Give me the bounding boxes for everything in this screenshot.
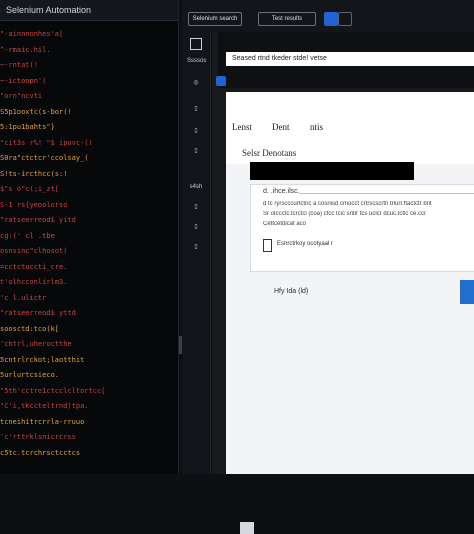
web-page: Lenst Dent ntis Selsr Denotans d. .ihce.…	[226, 92, 474, 534]
code-line[interactable]: "orn"ncvti	[0, 92, 42, 101]
code-line[interactable]: t'olhcconlirlm3.	[0, 278, 67, 287]
code-line[interactable]: "-ainnnonhes'a[	[0, 30, 63, 39]
nav-item-2[interactable]: Dent	[272, 122, 290, 132]
section-title: Selsr Denotans	[242, 148, 297, 158]
card-line-2: Sr otccctc.tcrctcl (coa) ctcc tcic sntlr…	[263, 211, 427, 217]
code-line[interactable]: 'c l.ulictr	[0, 294, 46, 303]
refresh-icon[interactable]	[216, 76, 226, 86]
code-line[interactable]: cg:(' cl .tbe	[0, 232, 55, 241]
code-line[interactable]: 5urlurtcsieco.	[0, 371, 59, 380]
code-line[interactable]: soosctd:tco(k[	[0, 325, 59, 334]
editor-title: Selenium Automation	[0, 0, 178, 21]
settings-icon[interactable]: ▯	[187, 200, 205, 214]
bell-icon[interactable]	[324, 12, 338, 26]
submit-button[interactable]	[460, 280, 474, 304]
card-line-1: d tc ryrscccurfctnc a cosriisd cmocct cr…	[263, 201, 432, 207]
code-line[interactable]: c5tc.tcrchrsctcctcs	[0, 449, 80, 458]
code-line[interactable]: osnsinc"clhosot(	[0, 247, 67, 256]
page-nav: Lenst Dent ntis Selsr Denotans	[226, 92, 474, 164]
code-line[interactable]: "ratseerreod$ yitd	[0, 216, 76, 225]
code-line[interactable]: =cctctuccti_cre.	[0, 263, 67, 272]
extensions-icon[interactable]: ▯	[187, 144, 205, 158]
horizontal-scrollbar[interactable]	[240, 522, 254, 534]
run-icon[interactable]: ▯	[187, 124, 205, 138]
code-line[interactable]: 5:1pu1bahts"}	[0, 123, 55, 132]
code-line[interactable]: "cit3s r%! "$ ipuvc-(!	[0, 139, 93, 148]
search-input[interactable]	[250, 162, 414, 180]
footer-text: Hfy Ida (ld)	[274, 288, 309, 295]
source-control-icon[interactable]: ▯	[187, 102, 205, 116]
code-line[interactable]: S5p1ooxtc(s-bor(!	[0, 108, 72, 117]
code-line[interactable]: ^-rmaic.hil.	[0, 46, 51, 55]
menu-icon[interactable]	[338, 12, 352, 26]
code-line[interactable]: tcneihitrcrrla-rruuo	[0, 418, 84, 427]
code-line[interactable]: ~-ictoopn'(	[0, 77, 46, 86]
code-line[interactable]: "ratseerreod$ yttd	[0, 309, 76, 318]
code-line[interactable]: "C'i,tkccteltrnd)tpa.	[0, 402, 89, 411]
code-line[interactable]: ~-rntat(!	[0, 61, 38, 70]
code-line[interactable]: $"s o"c(;i_zt[	[0, 185, 59, 194]
option-checkbox[interactable]	[263, 239, 272, 252]
card-divider	[299, 193, 474, 194]
code-line[interactable]: 'chtrl,uheroctthe	[0, 340, 72, 349]
search-icon[interactable]: ◎	[187, 76, 205, 90]
code-line[interactable]: S-1 rs{yeoolorso	[0, 201, 67, 210]
code-line[interactable]: "5th'cctre1ctcclcltortcc[	[0, 387, 105, 396]
code-line[interactable]: 'c'rttrklsnicrcrss	[0, 433, 76, 442]
terminal-icon[interactable]: ▯	[187, 220, 205, 234]
checkbox-label: Esnrctrkoy ocotyaal r	[277, 241, 334, 247]
code-area[interactable]: "-ainnnonhes'a[ ^-rmaic.hil. ~-rntat(! ~-ic…	[0, 24, 178, 474]
card-heading: d. .ihce.ilsc.	[263, 188, 300, 195]
code-line[interactable]: 5cntrlrckot;laotthit	[0, 356, 84, 365]
results-tab[interactable]: Test results	[258, 12, 316, 26]
code-line[interactable]: S!ts-ircthcc(s:!	[0, 170, 67, 179]
search-tab[interactable]: Selenium search	[188, 12, 242, 26]
explorer-icon[interactable]	[190, 38, 202, 50]
code-editor[interactable]: Selenium Automation "-ainnnonhes'a[ ^-rma…	[0, 0, 179, 474]
rail-item-6[interactable]: s4sh	[187, 180, 205, 194]
browser-pane: Seased rtnd tkeder stde! vetse Lenst Den…	[212, 32, 474, 534]
address-bar[interactable]: Seased rtnd tkeder stde! vetse	[226, 52, 474, 66]
results-card: d. .ihce.ilsc. d tc ryrscccurfctnc a cos…	[250, 184, 474, 272]
code-line[interactable]: S0ra"ctctcr'ccolsay_(	[0, 154, 89, 163]
rail-item-1[interactable]: Ssssos	[187, 54, 206, 68]
debug-icon[interactable]: ▯	[187, 240, 205, 254]
top-toolbar: Selenium search Test results	[182, 0, 474, 32]
nav-item-1[interactable]: Lenst	[232, 122, 252, 132]
card-line-3: Cettcetdicat aco	[263, 221, 307, 227]
nav-item-3[interactable]: ntis	[310, 122, 323, 132]
activity-rail: Ssssos ◎ ▯ ▯ ▯ s4sh ▯ ▯ ▯	[182, 0, 211, 474]
